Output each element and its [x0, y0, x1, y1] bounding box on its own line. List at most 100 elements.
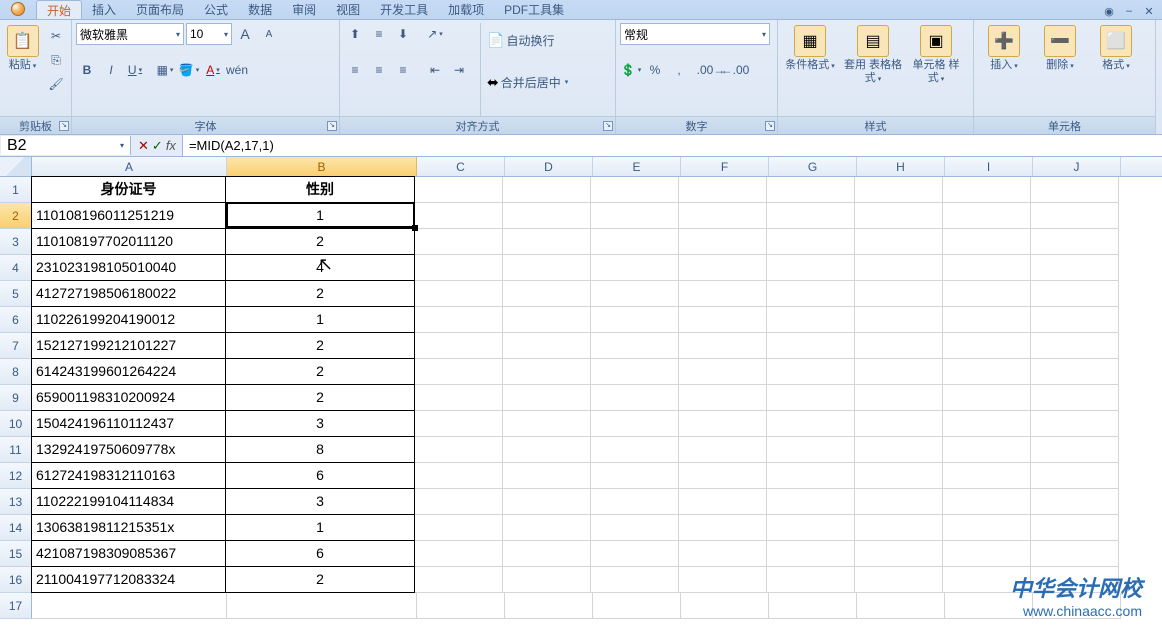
cell[interactable]	[679, 515, 767, 541]
decrease-decimal-icon[interactable]: ←.00	[724, 59, 746, 81]
cell[interactable]	[767, 281, 855, 307]
row-header[interactable]: 13	[0, 489, 32, 515]
cell[interactable]	[591, 567, 679, 593]
cell[interactable]: 211004197712083324	[31, 566, 226, 593]
cell[interactable]	[1031, 281, 1119, 307]
cell[interactable]	[503, 359, 591, 385]
cell[interactable]	[855, 229, 943, 255]
cell[interactable]	[943, 203, 1031, 229]
tab-0[interactable]: 开始	[36, 0, 82, 19]
col-header-D[interactable]: D	[505, 157, 593, 176]
cell[interactable]: 412727198506180022	[31, 280, 226, 307]
cell[interactable]	[767, 307, 855, 333]
cell[interactable]	[1031, 463, 1119, 489]
cell[interactable]	[855, 463, 943, 489]
cell[interactable]	[855, 567, 943, 593]
cell[interactable]: 421087198309085367	[31, 540, 226, 567]
cell[interactable]	[679, 203, 767, 229]
cell[interactable]	[767, 567, 855, 593]
cell[interactable]	[943, 307, 1031, 333]
enter-formula-icon[interactable]: ✓	[152, 138, 163, 154]
cell[interactable]	[855, 333, 943, 359]
cell[interactable]	[591, 411, 679, 437]
cell[interactable]	[679, 307, 767, 333]
cell[interactable]	[415, 333, 503, 359]
tab-5[interactable]: 审阅	[282, 0, 326, 19]
cell[interactable]	[767, 463, 855, 489]
cell[interactable]	[503, 437, 591, 463]
cell[interactable]	[855, 307, 943, 333]
comma-format-icon[interactable]: ,	[668, 59, 690, 81]
cell[interactable]	[1031, 359, 1119, 385]
col-header-J[interactable]: J	[1033, 157, 1121, 176]
align-left-icon[interactable]: ≡	[344, 59, 366, 81]
copy-icon[interactable]: ⎘	[45, 49, 67, 71]
row-header[interactable]: 8	[0, 359, 32, 385]
cell[interactable]	[767, 437, 855, 463]
col-header-F[interactable]: F	[681, 157, 769, 176]
cell[interactable]	[943, 281, 1031, 307]
row-header[interactable]: 4	[0, 255, 32, 281]
cell[interactable]	[591, 437, 679, 463]
cell[interactable]	[415, 489, 503, 515]
cell[interactable]	[593, 593, 681, 619]
cell[interactable]	[943, 333, 1031, 359]
cell[interactable]	[943, 463, 1031, 489]
cell[interactable]	[679, 411, 767, 437]
cell[interactable]	[943, 359, 1031, 385]
row-header[interactable]: 10	[0, 411, 32, 437]
cell[interactable]	[769, 593, 857, 619]
conditional-format-button[interactable]: ▦条件格式	[782, 23, 838, 116]
cancel-formula-icon[interactable]: ✕	[138, 138, 149, 154]
cell[interactable]	[1031, 177, 1119, 203]
cell[interactable]: 8	[225, 436, 415, 463]
cell[interactable]: 614243199601264224	[31, 358, 226, 385]
row-header[interactable]: 5	[0, 281, 32, 307]
bold-button[interactable]: B	[76, 59, 98, 81]
cell[interactable]	[227, 593, 417, 619]
cell[interactable]	[767, 229, 855, 255]
cell[interactable]	[679, 229, 767, 255]
format-painter-icon[interactable]: 🖌	[45, 73, 67, 95]
tab-8[interactable]: 加载项	[438, 0, 494, 19]
cell[interactable]	[767, 359, 855, 385]
cell[interactable]	[767, 333, 855, 359]
cell[interactable]: 152127199212101227	[31, 332, 226, 359]
cell[interactable]	[591, 203, 679, 229]
cell[interactable]	[943, 437, 1031, 463]
cell[interactable]	[591, 515, 679, 541]
cell[interactable]	[32, 593, 227, 619]
format-cells-button[interactable]: ⬜格式	[1090, 23, 1142, 116]
cell[interactable]	[855, 541, 943, 567]
cell[interactable]	[503, 281, 591, 307]
cell[interactable]	[417, 593, 505, 619]
cell[interactable]	[1031, 541, 1119, 567]
cell[interactable]: 3	[225, 488, 415, 515]
cell[interactable]	[1031, 307, 1119, 333]
cell[interactable]	[503, 385, 591, 411]
cell[interactable]: 2	[225, 332, 415, 359]
cell[interactable]	[1031, 229, 1119, 255]
col-header-H[interactable]: H	[857, 157, 945, 176]
tab-3[interactable]: 公式	[194, 0, 238, 19]
fx-icon[interactable]: fx	[166, 138, 176, 153]
cell[interactable]	[679, 541, 767, 567]
cell[interactable]: 110222199104114834	[31, 488, 226, 515]
cell[interactable]	[855, 489, 943, 515]
cell[interactable]: 性别	[225, 176, 415, 203]
tab-7[interactable]: 开发工具	[370, 0, 438, 19]
font-color-button[interactable]: A	[202, 59, 224, 81]
row-header[interactable]: 7	[0, 333, 32, 359]
cell[interactable]	[503, 541, 591, 567]
fill-handle[interactable]	[412, 225, 418, 231]
col-header-E[interactable]: E	[593, 157, 681, 176]
col-header-A[interactable]: A	[32, 157, 227, 176]
increase-indent-icon[interactable]: ⇥	[448, 59, 470, 81]
cell[interactable]	[679, 463, 767, 489]
insert-cells-button[interactable]: ➕插入	[978, 23, 1030, 116]
cell-styles-button[interactable]: ▣单元格 样式	[908, 23, 964, 116]
cell[interactable]	[943, 489, 1031, 515]
cell[interactable]	[943, 411, 1031, 437]
fill-color-button[interactable]: 🪣	[178, 59, 200, 81]
cell[interactable]	[767, 177, 855, 203]
